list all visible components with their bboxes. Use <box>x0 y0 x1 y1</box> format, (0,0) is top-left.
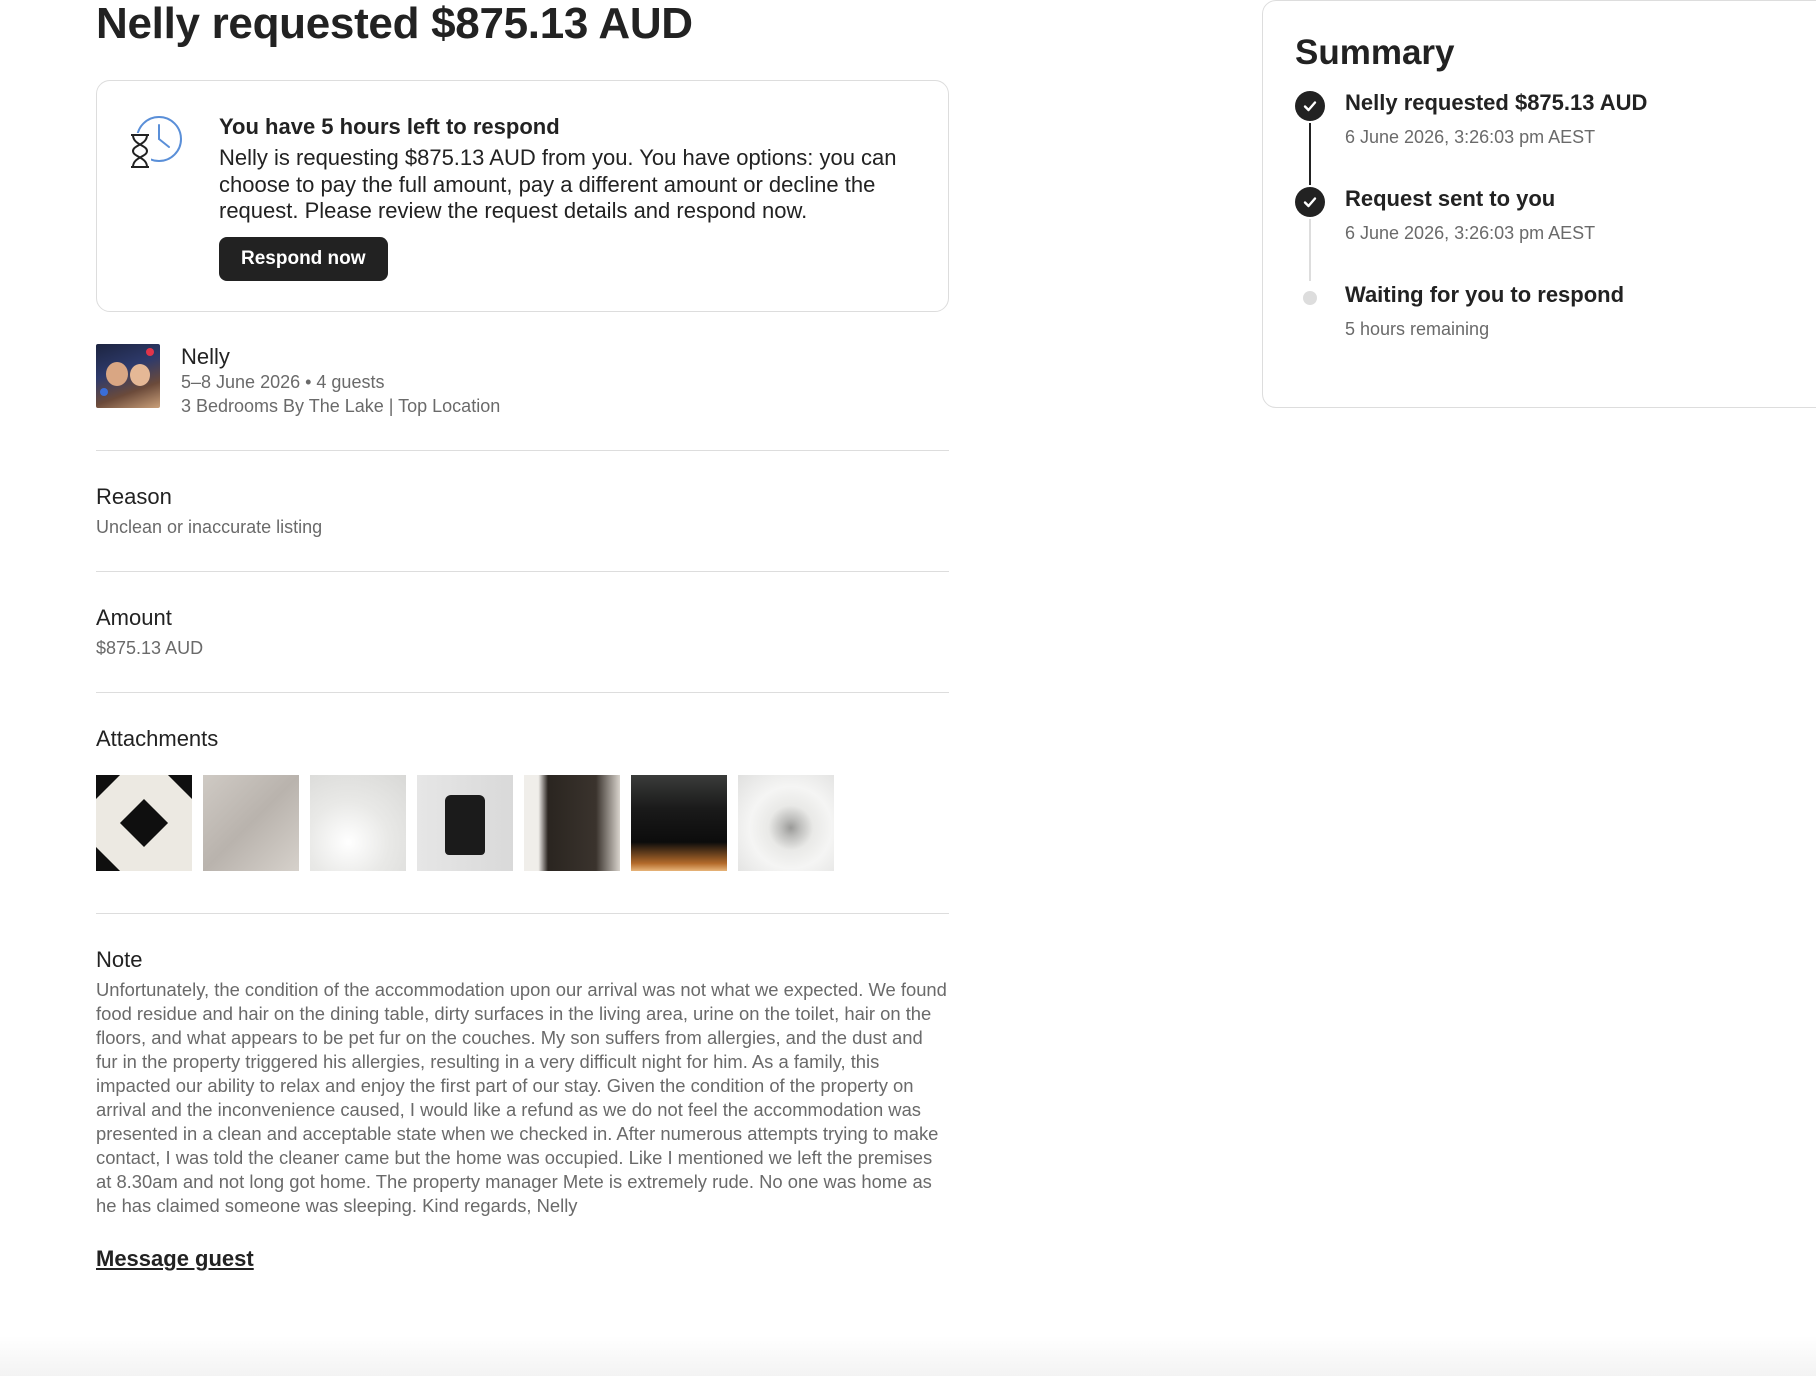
amount-label: Amount <box>96 605 172 630</box>
check-circle-icon <box>1295 187 1325 217</box>
attachment-thumbnail[interactable] <box>203 775 299 871</box>
timeline-step: Nelly requested $875.13 AUD 6 June 2026,… <box>1295 89 1816 185</box>
attachments-list <box>96 775 949 871</box>
alert-heading: You have 5 hours left to respond <box>219 114 560 139</box>
reason-label: Reason <box>96 484 172 509</box>
check-circle-icon <box>1295 91 1325 121</box>
alert-text: Nelly is requesting $875.13 AUD from you… <box>219 145 897 223</box>
listing-name: 3 Bedrooms By The Lake | Top Location <box>181 396 501 416</box>
attachment-thumbnail[interactable] <box>524 775 620 871</box>
step-title: Nelly requested $875.13 AUD <box>1345 90 1648 115</box>
attachment-thumbnail[interactable] <box>96 775 192 871</box>
attachments-section: Attachments <box>96 693 949 914</box>
guest-avatar[interactable] <box>96 344 160 408</box>
attachment-thumbnail[interactable] <box>417 775 513 871</box>
step-timestamp: 6 June 2026, 3:26:03 pm AEST <box>1345 223 1596 243</box>
pending-dot-icon <box>1303 291 1317 305</box>
timeline-step: Waiting for you to respond 5 hours remai… <box>1295 281 1816 377</box>
timeline-step: Request sent to you 6 June 2026, 3:26:03… <box>1295 185 1816 281</box>
message-guest-link[interactable]: Message guest <box>96 1246 254 1272</box>
reason-section: Reason Unclean or inaccurate listing <box>96 451 949 572</box>
alert-body: You have 5 hours left to respond Nelly i… <box>219 113 920 283</box>
amount-section: Amount $875.13 AUD <box>96 572 949 693</box>
page: Nelly requested $875.13 AUD You have 5 h… <box>0 0 1816 1376</box>
main-content: Nelly requested $875.13 AUD You have 5 h… <box>96 0 949 1296</box>
step-remaining: 5 hours remaining <box>1345 319 1490 339</box>
guest-name: Nelly <box>181 344 230 369</box>
step-title: Waiting for you to respond <box>1345 282 1625 307</box>
page-title: Nelly requested $875.13 AUD <box>96 0 693 48</box>
step-timestamp: 6 June 2026, 3:26:03 pm AEST <box>1345 127 1596 147</box>
reason-value: Unclean or inaccurate listing <box>96 517 323 537</box>
footer-fade <box>0 1336 1816 1376</box>
guest-details: Nelly 5–8 June 2026 • 4 guests 3 Bedroom… <box>181 344 500 418</box>
summary-panel: Summary Nelly requested $875.13 AUD 6 Ju… <box>1262 0 1816 408</box>
note-section: Note Unfortunately, the condition of the… <box>96 914 949 1296</box>
note-label: Note <box>96 947 143 972</box>
summary-title: Summary <box>1295 33 1455 72</box>
guest-dates-guests: 5–8 June 2026 • 4 guests <box>181 372 385 392</box>
respond-now-button[interactable]: Respond now <box>219 236 388 281</box>
timeline-connector <box>1309 219 1311 281</box>
response-alert-card: You have 5 hours left to respond Nelly i… <box>96 80 949 312</box>
timeline-connector <box>1309 123 1311 185</box>
guest-info: Nelly 5–8 June 2026 • 4 guests 3 Bedroom… <box>96 344 949 451</box>
note-text: Unfortunately, the condition of the acco… <box>96 979 947 1216</box>
step-title: Request sent to you <box>1345 186 1556 211</box>
attachments-label: Attachments <box>96 726 219 751</box>
attachment-thumbnail[interactable] <box>631 775 727 871</box>
clock-hourglass-icon <box>127 115 185 173</box>
amount-value: $875.13 AUD <box>96 638 204 658</box>
attachment-thumbnail[interactable] <box>738 775 834 871</box>
attachment-thumbnail[interactable] <box>310 775 406 871</box>
